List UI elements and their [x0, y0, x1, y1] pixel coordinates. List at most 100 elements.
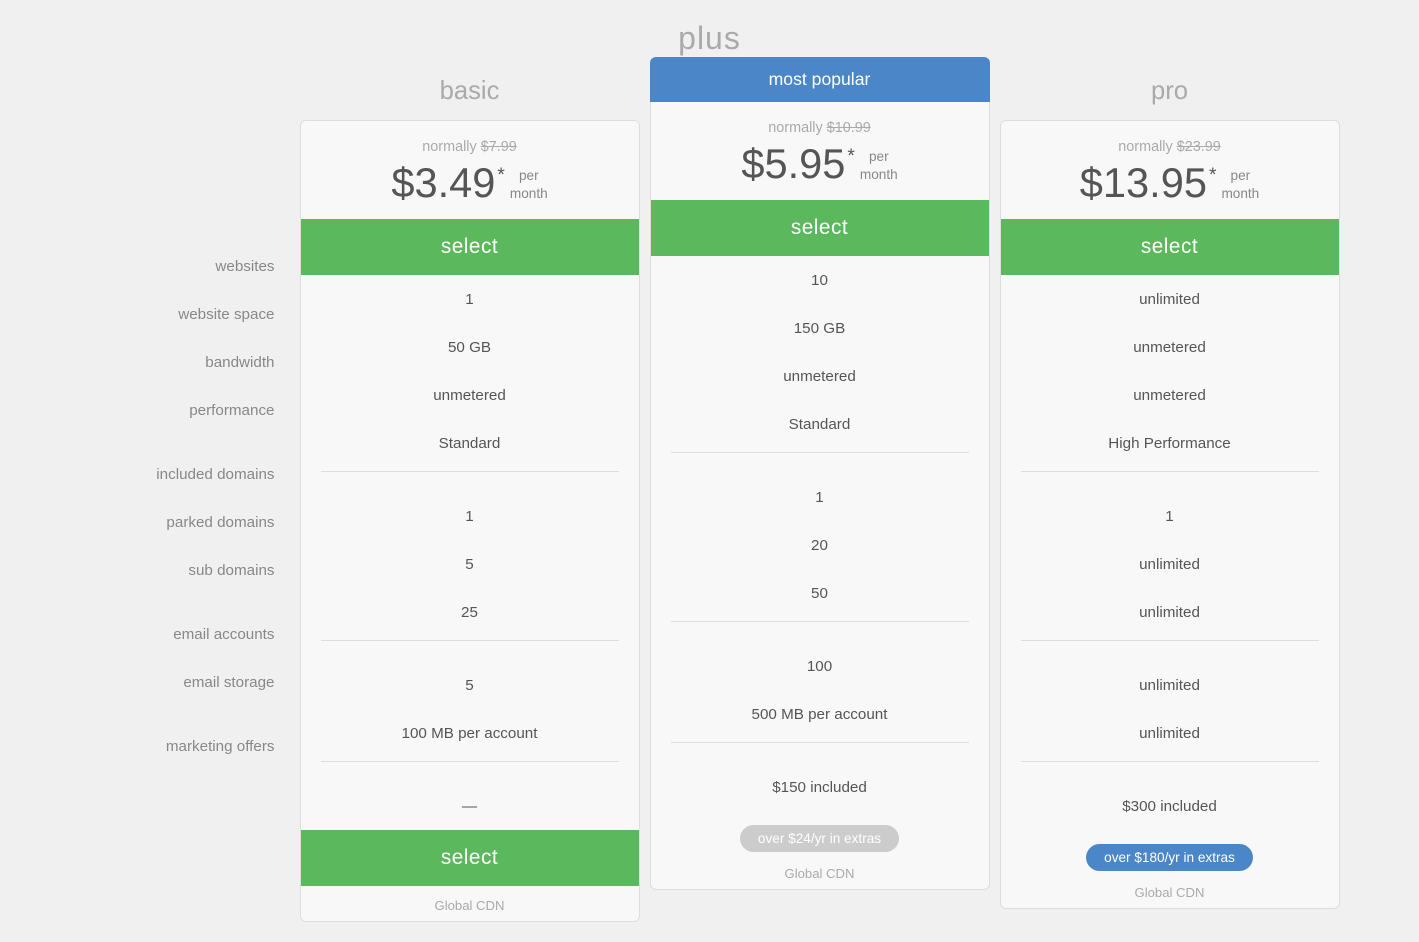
- plan-basic-old-price: $7.99: [481, 139, 517, 155]
- label-sub-domains: sub domains: [188, 546, 274, 594]
- plan-pro-select-top[interactable]: select: [1001, 219, 1339, 275]
- plan-pro-bandwidth: unmetered: [1001, 371, 1339, 419]
- plan-pro-normally: normally $23.99: [1021, 139, 1319, 155]
- plan-basic-bottom-label: Global CDN: [435, 898, 505, 913]
- label-website-space: website space: [178, 290, 274, 338]
- plan-pro-website-space: unmetered: [1001, 323, 1339, 371]
- plan-plus-per: permonth: [860, 148, 898, 183]
- pricing-page: plus websites website space bandwidth pe…: [10, 20, 1409, 922]
- plan-basic-website-space: 50 GB: [301, 323, 639, 371]
- label-bandwidth: bandwidth: [205, 338, 274, 386]
- plan-pro-divider-3: [1021, 761, 1319, 762]
- plan-basic-price-main: $3.49 * permonth: [321, 159, 619, 207]
- plan-plus-performance: Standard: [651, 400, 989, 448]
- plan-plus-old-price: $10.99: [827, 120, 871, 136]
- plans-container: websites website space bandwidth perform…: [10, 67, 1409, 922]
- plan-plus-included-domains: 1: [651, 473, 989, 521]
- plan-basic-sub-domains: 25: [301, 588, 639, 636]
- plan-basic-performance: Standard: [301, 419, 639, 467]
- plan-basic-features: 1 50 GB unmetered Standard 1 5 25 5 100 …: [301, 275, 639, 830]
- plan-plus-divider-2: [671, 621, 969, 622]
- plan-plus: most popular normally $10.99 $5.95 * per…: [650, 57, 990, 890]
- plan-basic-price-section: normally $7.99 $3.49 * permonth: [301, 121, 639, 219]
- plan-basic-name: basic: [300, 67, 640, 120]
- plan-plus-email-accounts: 100: [651, 642, 989, 690]
- plan-pro-bottom: over $180/yr in extras Global CDN: [1001, 830, 1339, 908]
- label-websites: websites: [215, 242, 274, 290]
- plan-basic-marketing-offers: —: [301, 782, 639, 830]
- plan-pro-email-accounts: unlimited: [1001, 661, 1339, 709]
- plan-plus-sub-domains: 50: [651, 569, 989, 617]
- plan-pro-old-price: $23.99: [1177, 139, 1221, 155]
- plan-plus-marketing-offers: $150 included: [651, 763, 989, 811]
- label-spacer-websites: websites: [215, 242, 274, 290]
- label-parked-domains: parked domains: [166, 498, 274, 546]
- plan-pro-price-amount: $13.95: [1080, 159, 1207, 207]
- plan-pro-divider-2: [1021, 640, 1319, 641]
- plan-basic-bottom: Global CDN: [301, 886, 639, 921]
- plan-plus-bottom: over $24/yr in extras Global CDN: [651, 811, 989, 889]
- plan-plus-div1: [651, 457, 989, 473]
- plan-pro-name: pro: [1000, 67, 1340, 120]
- label-email-storage: email storage: [183, 658, 274, 706]
- plan-basic-divider-3: [321, 761, 619, 762]
- plan-plus-website-space: 150 GB: [651, 304, 989, 352]
- plan-plus-extras-badge: over $24/yr in extras: [740, 825, 899, 852]
- plan-basic-div2: [301, 645, 639, 661]
- plan-plus-bandwidth: unmetered: [651, 352, 989, 400]
- plan-basic-div3: [301, 766, 639, 782]
- plan-basic-select-bottom[interactable]: select: [301, 830, 639, 886]
- label-marketing-offers: marketing offers: [166, 722, 275, 770]
- plan-pro-email-storage: unlimited: [1001, 709, 1339, 757]
- plan-plus-divider-3: [671, 742, 969, 743]
- plan-basic-parked-domains: 5: [301, 540, 639, 588]
- plan-basic-normally: normally $7.99: [321, 139, 619, 155]
- plan-basic-per: permonth: [510, 167, 548, 202]
- plan-pro: pro normally $23.99 $13.95 * permonth se…: [1000, 67, 1340, 909]
- plan-plus-parked-domains: 20: [651, 521, 989, 569]
- plan-pro-bottom-label: Global CDN: [1135, 885, 1205, 900]
- plan-pro-asterisk: *: [1209, 165, 1216, 187]
- plan-basic-included-domains: 1: [301, 492, 639, 540]
- plan-basic-websites: 1: [301, 275, 639, 323]
- plan-pro-websites: unlimited: [1001, 275, 1339, 323]
- plan-pro-parked-domains: unlimited: [1001, 540, 1339, 588]
- label-included-domains: included domains: [156, 450, 274, 498]
- plan-pro-price-main: $13.95 * permonth: [1021, 159, 1319, 207]
- plan-basic-email-accounts: 5: [301, 661, 639, 709]
- plan-basic-div1: [301, 476, 639, 492]
- plan-pro-header: pro: [1000, 67, 1340, 120]
- plan-plus-price-amount: $5.95: [741, 140, 845, 188]
- plan-basic-select-top[interactable]: select: [301, 219, 639, 275]
- plan-plus-price-main: $5.95 * permonth: [671, 140, 969, 188]
- plan-basic-header: basic: [300, 67, 640, 120]
- plan-plus-price-section: normally $10.99 $5.95 * permonth: [651, 102, 989, 200]
- plan-plus-bottom-label: Global CDN: [785, 866, 855, 881]
- plan-basic-price-amount: $3.49: [391, 159, 495, 207]
- plan-basic-card: normally $7.99 $3.49 * permonth select 1…: [300, 120, 640, 922]
- plan-plus-div3: [651, 747, 989, 763]
- plan-basic: basic normally $7.99 $3.49 * permonth se…: [300, 67, 640, 922]
- plan-plus-popular-badge: most popular: [650, 57, 990, 102]
- plan-pro-included-domains: 1: [1001, 492, 1339, 540]
- plan-pro-marketing-offers: $300 included: [1001, 782, 1339, 830]
- label-performance: performance: [189, 386, 274, 434]
- plan-plus-websites: 10: [651, 256, 989, 304]
- plan-pro-per: permonth: [1221, 167, 1259, 202]
- plan-pro-div1: [1001, 476, 1339, 492]
- plan-plus-features: 10 150 GB unmetered Standard 1 20 50 100…: [651, 256, 989, 811]
- plan-pro-extras-badge: over $180/yr in extras: [1086, 844, 1253, 871]
- plan-basic-divider-2: [321, 640, 619, 641]
- plan-pro-div2: [1001, 645, 1339, 661]
- plan-pro-sub-domains: unlimited: [1001, 588, 1339, 636]
- plan-plus-normally: normally $10.99: [671, 120, 969, 136]
- plan-pro-performance: High Performance: [1001, 419, 1339, 467]
- plan-pro-div3: [1001, 766, 1339, 782]
- plan-plus-div2: [651, 626, 989, 642]
- plan-basic-email-storage: 100 MB per account: [301, 709, 639, 757]
- plan-basic-asterisk: *: [497, 165, 504, 187]
- plan-plus-select-top[interactable]: select: [651, 200, 989, 256]
- plan-pro-divider-1: [1021, 471, 1319, 472]
- plan-plus-email-storage: 500 MB per account: [651, 690, 989, 738]
- plan-plus-divider-1: [671, 452, 969, 453]
